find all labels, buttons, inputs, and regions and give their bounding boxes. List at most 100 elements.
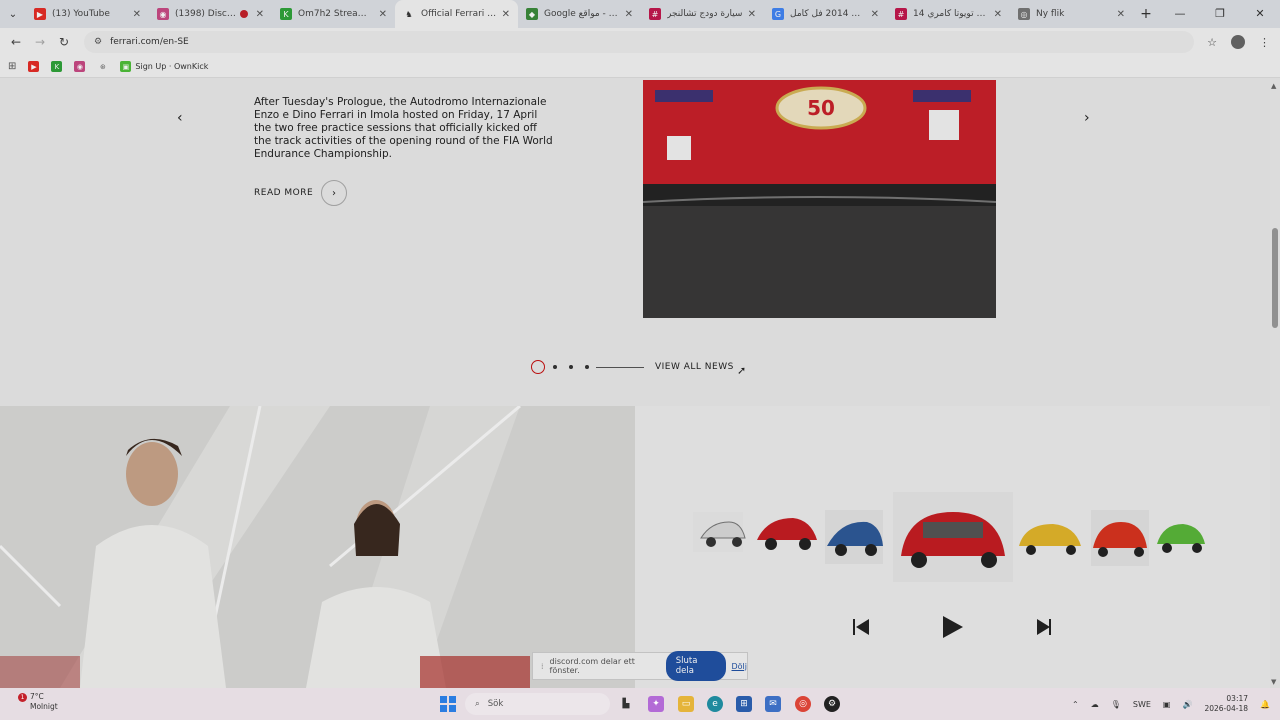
collection-banner-image[interactable] [0, 406, 635, 688]
pagination-dot-active[interactable] [531, 360, 545, 374]
pagination-dot[interactable] [585, 365, 589, 369]
page-scrollbar[interactable]: ▲ ▼ [1270, 80, 1280, 688]
drag-handle-icon[interactable]: ⁞ [541, 662, 544, 671]
notifications-bell-icon[interactable]: 🔔 [1260, 700, 1270, 709]
scroll-down-icon[interactable]: ▼ [1271, 678, 1276, 686]
apps-grid-icon[interactable]: ⊞ [8, 61, 16, 72]
car-thumb-blue[interactable] [825, 510, 883, 564]
back-icon[interactable]: ← [4, 35, 28, 49]
tab-haraj-dodge[interactable]: # سيارة دودج تشالنجر ✕ [641, 0, 764, 28]
discord-bookmark-icon[interactable]: ◉ [74, 61, 86, 72]
close-icon[interactable]: ✕ [502, 9, 510, 20]
bookmark-ownkick[interactable]: ▣ Sign Up · OwnKick [120, 61, 208, 72]
car-thumb-yellow[interactable] [1019, 524, 1081, 555]
bookmark-star-icon[interactable]: ☆ [1207, 36, 1217, 49]
play-icon[interactable] [943, 616, 963, 638]
scrollbar-thumb[interactable] [1272, 228, 1278, 328]
new-tab-button[interactable]: + [1133, 6, 1159, 22]
chatgpt-bookmark-icon[interactable]: ⊛ [97, 61, 108, 72]
car-thumb-green[interactable] [1157, 524, 1205, 553]
volume-icon[interactable]: 🔊 [1182, 700, 1192, 709]
chrome-taskbar-icon[interactable]: ◎ [795, 696, 811, 712]
close-icon[interactable]: ✕ [1117, 9, 1125, 20]
tab-kick[interactable]: K Om7h2 Stream - Wa ✕ [272, 0, 395, 28]
url-input[interactable]: ⚙ ferrari.com/en-SE [84, 31, 1194, 53]
skip-next-icon[interactable] [1037, 619, 1051, 635]
forward-icon[interactable]: → [28, 35, 52, 49]
news-body: After Tuesday's Prologue, the Autodromo … [254, 96, 553, 160]
copilot-icon[interactable]: ✦ [648, 696, 664, 712]
taskbar-search-input[interactable]: ⌕ Sök [465, 693, 610, 715]
steam-icon[interactable]: ⚙ [824, 696, 840, 712]
tab-title: Om7h2 Stream - Wa [298, 9, 375, 19]
language-indicator[interactable]: SWE [1133, 700, 1151, 709]
close-icon[interactable]: ✕ [256, 9, 264, 20]
carousel-prev-icon[interactable]: ‹ [177, 110, 183, 126]
car-thumb-275-gtb-selected[interactable] [893, 492, 1013, 582]
site-info-icon[interactable]: ⚙ [94, 37, 102, 47]
share-message: discord.com delar ett fönster. [549, 657, 635, 675]
skip-previous-icon[interactable] [853, 619, 869, 635]
scroll-up-icon[interactable]: ▲ [1271, 82, 1276, 90]
carousel-next-icon[interactable]: › [1084, 110, 1090, 126]
tab-new[interactable]: ◎ Ny flik ✕ [1010, 0, 1133, 28]
task-view-icon[interactable]: ▙ [618, 696, 634, 712]
tab-discord[interactable]: ◉ (1398) Discord | ✕ [149, 0, 272, 28]
kick-bookmark-icon[interactable]: K [51, 61, 63, 72]
tab-youtube[interactable]: ▶ (13) YouTube ✕ [26, 0, 149, 28]
tab-google-camry[interactable]: G كامري 2014 فل كامل ✕ [764, 0, 887, 28]
microphone-icon[interactable]: 🎙 [1111, 700, 1121, 709]
haraj-icon: # [649, 8, 661, 20]
hide-link[interactable]: Dölj [732, 662, 748, 671]
tab-title: كامري 2014 فل كامل [790, 9, 867, 19]
close-icon[interactable]: ✕ [748, 9, 756, 20]
tab-title: Official Ferrari websi [421, 9, 498, 19]
tab-ferrari[interactable]: ♞ Official Ferrari websi ✕ [395, 0, 518, 28]
close-icon[interactable]: ✕ [871, 9, 879, 20]
news-image: 50 [643, 80, 996, 318]
tab-haraj-camry[interactable]: # سيارة تويوتا كامري 14 ✕ [887, 0, 1010, 28]
reload-icon[interactable]: ↻ [52, 35, 76, 49]
minimize-icon[interactable]: — [1160, 0, 1200, 28]
file-explorer-icon[interactable]: ▭ [678, 696, 694, 712]
edge-icon[interactable]: e [707, 696, 723, 712]
bookmark-label: Sign Up · OwnKick [135, 62, 209, 71]
car-thumb-250-gt[interactable] [693, 512, 746, 552]
network-icon[interactable]: ▣ [1163, 700, 1171, 709]
car-thumb-250-gto[interactable] [757, 518, 817, 550]
car-selector-strip[interactable] [693, 482, 1213, 582]
car-gallery-panel [635, 406, 1270, 688]
close-icon[interactable]: ✕ [379, 9, 387, 20]
tab-title: (13) YouTube [52, 9, 110, 19]
windows-start-icon[interactable] [440, 696, 456, 712]
pagination-dot[interactable] [569, 365, 573, 369]
stop-sharing-button[interactable]: Sluta dela [665, 651, 726, 681]
car-thumb-f40[interactable] [1091, 510, 1149, 566]
clock[interactable]: 03:17 2026-04-18 [1204, 694, 1248, 714]
close-window-icon[interactable]: ✕ [1240, 0, 1280, 28]
close-icon[interactable]: ✕ [994, 9, 1002, 20]
close-icon[interactable]: ✕ [625, 9, 633, 20]
chevron-right-icon: › [321, 180, 348, 206]
weather-widget[interactable]: 1 7°C Molnigt [18, 692, 58, 712]
onedrive-icon[interactable]: ☁ [1091, 700, 1099, 709]
profile-avatar[interactable] [1231, 35, 1245, 49]
read-more-link[interactable]: READ MORE › [254, 180, 348, 206]
mail-icon[interactable]: ✉ [765, 696, 781, 712]
search-icon: ⌕ [475, 699, 480, 709]
tab-search-icon[interactable]: ⌄ [0, 9, 26, 20]
screen-share-notice: ⁞ discord.com delar ett fönster. Sluta d… [532, 651, 748, 681]
discord-icon: ◉ [157, 8, 169, 20]
close-icon[interactable]: ✕ [133, 9, 141, 20]
pagination-dot[interactable] [553, 365, 557, 369]
view-all-news-link[interactable]: VIEW ALL NEWS [655, 362, 734, 372]
car-number: 50 [807, 96, 835, 120]
menu-icon[interactable]: ⋮ [1259, 36, 1270, 49]
restore-icon[interactable]: ❐ [1200, 0, 1240, 28]
youtube-bookmark-icon[interactable]: ▶ [28, 61, 40, 72]
notification-badge: 1 [18, 693, 27, 702]
tab-google-maps[interactable]: ◆ Google خرائط - مواقع ✕ [518, 0, 641, 28]
chevron-up-icon[interactable]: ⌃ [1072, 700, 1079, 709]
url-text: ferrari.com/en-SE [110, 37, 189, 47]
store-icon[interactable]: ⊞ [736, 696, 752, 712]
